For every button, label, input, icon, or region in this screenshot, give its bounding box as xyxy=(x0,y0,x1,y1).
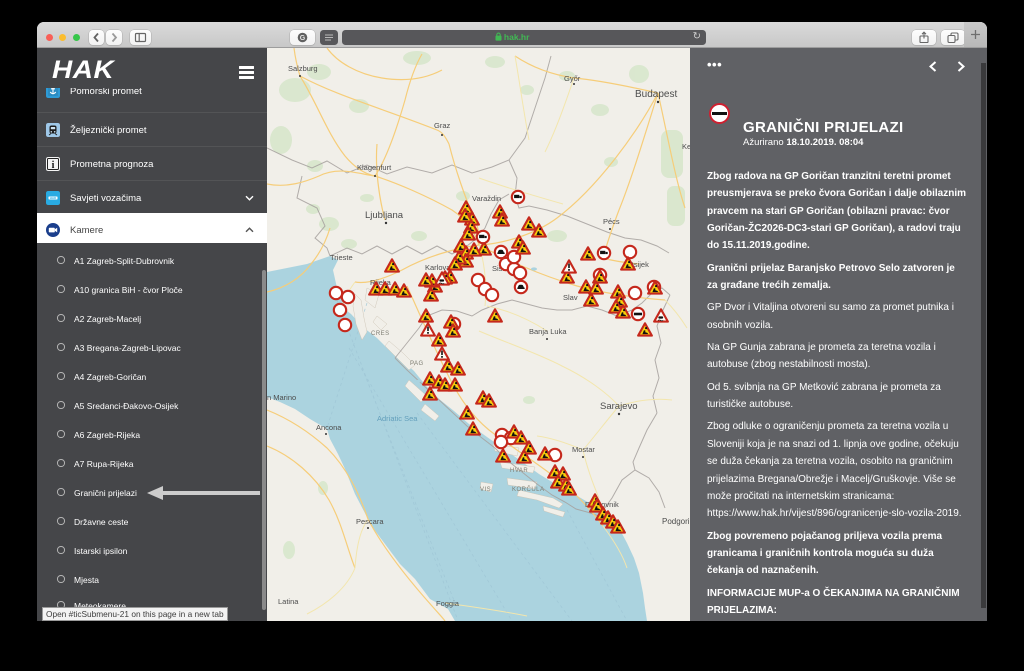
svg-text:Mostar: Mostar xyxy=(572,445,595,454)
svg-text:Latina: Latina xyxy=(278,597,299,606)
svg-text:Klagenfurt: Klagenfurt xyxy=(357,163,392,172)
svg-text:Podgorica: Podgorica xyxy=(662,517,690,526)
svg-text:Sarajevo: Sarajevo xyxy=(600,401,638,412)
svg-text:Adriatic Sea: Adriatic Sea xyxy=(377,414,418,423)
svg-text:CRES: CRES xyxy=(371,331,390,337)
svg-text:Pécs: Pécs xyxy=(603,217,620,226)
svg-text:Foggia: Foggia xyxy=(436,599,460,608)
svg-text:HVAR: HVAR xyxy=(510,468,528,474)
svg-text:Graz: Graz xyxy=(434,121,451,130)
svg-text:Budapest: Budapest xyxy=(635,89,677,100)
svg-text:Banja Luka: Banja Luka xyxy=(529,327,567,336)
svg-text:Ke: Ke xyxy=(682,142,690,151)
svg-text:HAK: HAK xyxy=(52,59,116,81)
svg-text:G: G xyxy=(300,35,306,42)
svg-text:n Marino: n Marino xyxy=(267,393,296,402)
svg-text:Pescara: Pescara xyxy=(356,517,384,526)
svg-text:VIS: VIS xyxy=(480,487,491,493)
svg-text:Ancona: Ancona xyxy=(316,423,342,432)
svg-text:Salzburg: Salzburg xyxy=(288,64,318,73)
svg-text:HAK: HAK xyxy=(50,196,57,200)
svg-text:i: i xyxy=(52,160,55,171)
svg-text:Ljubljana: Ljubljana xyxy=(365,210,404,221)
svg-text:Slav: Slav xyxy=(563,293,578,302)
svg-text:PAG: PAG xyxy=(410,361,424,367)
svg-text:KORČULA: KORČULA xyxy=(512,486,545,493)
svg-text:Varaždin: Varaždin xyxy=(472,194,501,203)
svg-text:Győr: Győr xyxy=(564,74,581,83)
svg-text:Trieste: Trieste xyxy=(330,253,353,262)
